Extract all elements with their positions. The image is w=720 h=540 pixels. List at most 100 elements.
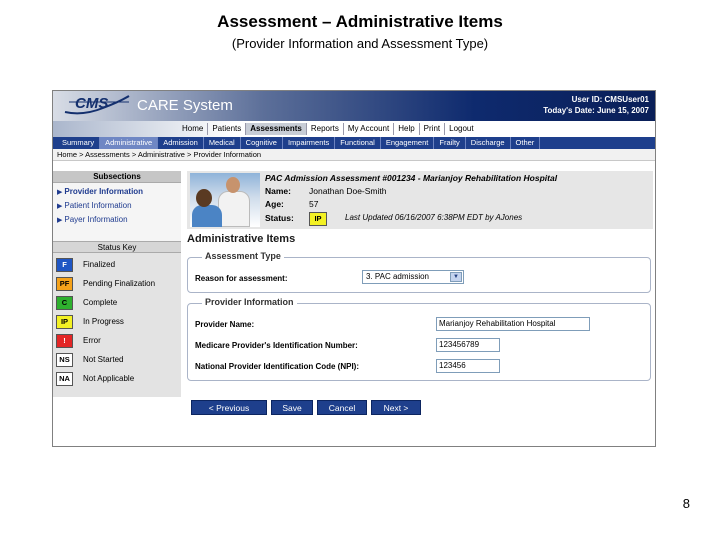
medicare-provider-id-input[interactable]: 123456789 <box>436 338 500 352</box>
subsection-patient-information[interactable]: ▶ Patient Information <box>57 199 177 213</box>
status-key-label: In Progress <box>83 317 124 326</box>
menu-assessments[interactable]: Assessments <box>245 123 306 135</box>
provider-information-fieldset: Provider Information Provider Name: Mari… <box>187 297 651 381</box>
status-key-row: IP In Progress <box>53 312 181 331</box>
tab-admission[interactable]: Admission <box>158 137 204 149</box>
page-number: 8 <box>682 496 690 511</box>
chevron-down-icon[interactable]: ▼ <box>450 272 462 282</box>
tab-cognitive[interactable]: Cognitive <box>241 137 283 149</box>
tab-frailty[interactable]: Frailty <box>434 137 466 149</box>
status-key-list: F Finalized PF Pending Finalization C Compl… <box>53 253 181 388</box>
photo-figure <box>218 191 250 227</box>
section-title: Administrative Items <box>187 233 296 245</box>
status-key-label: Error <box>83 336 101 345</box>
photo-figure <box>196 189 212 207</box>
menu-logout[interactable]: Logout <box>444 123 477 135</box>
save-button[interactable]: Save <box>271 400 313 415</box>
subsection-provider-information[interactable]: ▶ Provider Information <box>57 185 177 199</box>
status-key-heading: Status Key <box>53 241 181 253</box>
status-badge-finalized: F <box>56 257 73 272</box>
status-badge-pending: PF <box>56 276 73 291</box>
tab-impairments[interactable]: Impairments <box>283 137 336 149</box>
tab-medical[interactable]: Medical <box>204 137 241 149</box>
patient-age-label: Age: <box>265 199 284 209</box>
subsection-payer-information[interactable]: ▶ Payer Information <box>57 213 177 227</box>
subsection-label: Patient Information <box>64 201 132 210</box>
patient-photo <box>190 173 260 227</box>
next-button[interactable]: Next > <box>371 400 421 415</box>
tab-discharge[interactable]: Discharge <box>466 137 511 149</box>
main-content: PAC Admission Assessment #001234 - Maria… <box>187 171 653 381</box>
assessment-record-title: PAC Admission Assessment #001234 - Maria… <box>265 173 558 183</box>
assessment-tab-bar: Summary Administrative Admission Medical… <box>53 137 655 149</box>
assessment-status-row: Status: IP <box>265 212 327 226</box>
assessment-status-label: Status: <box>265 213 294 223</box>
menu-help[interactable]: Help <box>393 123 418 135</box>
status-badge-not-started: NS <box>56 352 73 367</box>
status-key-label: Not Applicable <box>83 374 135 383</box>
patient-age: 57 <box>309 199 319 209</box>
user-id: User ID: CMSUser01 <box>571 95 649 104</box>
status-key-row: ! Error <box>53 331 181 350</box>
care-system-screenshot: CMS CARE System User ID: CMSUser01 Today… <box>52 90 656 447</box>
top-menu: Home Patients Assessments Reports My Acc… <box>178 123 478 135</box>
subsection-label: Payer Information <box>64 215 128 224</box>
menu-my-account[interactable]: My Account <box>342 123 393 135</box>
provider-name-input[interactable]: Marianjoy Rehabilitation Hospital <box>436 317 590 331</box>
status-key-label: Finalized <box>83 260 116 269</box>
reason-for-assessment-label: Reason for assessment: <box>195 274 288 283</box>
subsections-list: ▶ Provider Information ▶ Patient Informati… <box>53 183 181 241</box>
reason-for-assessment-select[interactable]: 3. PAC admission ▼ <box>362 270 464 284</box>
photo-figure <box>192 205 222 227</box>
photo-figure <box>226 177 240 193</box>
selected-reason: 3. PAC admission <box>366 272 429 281</box>
tab-functional[interactable]: Functional <box>335 137 381 149</box>
menu-print[interactable]: Print <box>418 123 444 135</box>
sidebar: Subsections ▶ Provider Information ▶ Patie… <box>53 171 181 397</box>
patient-record-panel: PAC Admission Assessment #001234 - Maria… <box>187 171 653 229</box>
status-key-label: Complete <box>83 298 118 307</box>
triangle-right-icon: ▶ <box>57 217 63 224</box>
patient-name-label: Name: <box>265 186 291 196</box>
patient-name: Jonathan Doe-Smith <box>309 186 387 196</box>
medicare-provider-id-label: Medicare Provider's Identification Numbe… <box>195 341 358 350</box>
triangle-right-icon: ▶ <box>57 189 63 196</box>
status-badge: IP <box>309 212 327 226</box>
top-menu-band: Home Patients Assessments Reports My Acc… <box>53 121 655 137</box>
tab-engagement[interactable]: Engagement <box>381 137 435 149</box>
app-title: CARE System <box>137 97 233 114</box>
cancel-button[interactable]: Cancel <box>317 400 367 415</box>
slide-title: Assessment – Administrative Items <box>217 12 503 31</box>
status-badge-in-progress: IP <box>56 314 73 329</box>
previous-button[interactable]: < Previous <box>191 400 267 415</box>
status-badge-complete: C <box>56 295 73 310</box>
patient-age-row: Age: 57 <box>265 199 318 209</box>
breadcrumb: Home > Assessments > Administrative > Pr… <box>53 149 655 161</box>
form-button-row: < Previous Save Cancel Next > <box>191 400 425 415</box>
cms-logo-text: CMS <box>75 95 109 112</box>
npi-input[interactable]: 123456 <box>436 359 500 373</box>
status-key-row: NA Not Applicable <box>53 369 181 388</box>
tab-summary[interactable]: Summary <box>57 137 101 149</box>
status-badge-error: ! <box>56 333 73 348</box>
app-banner: CMS CARE System User ID: CMSUser01 Today… <box>53 91 655 121</box>
status-key-row: PF Pending Finalization <box>53 274 181 293</box>
todays-date: Today's Date: June 15, 2007 <box>543 106 649 115</box>
triangle-right-icon: ▶ <box>57 203 63 210</box>
status-key-row: C Complete <box>53 293 181 312</box>
status-key-row: NS Not Started <box>53 350 181 369</box>
subsection-label: Provider Information <box>64 187 144 196</box>
assessment-type-legend: Assessment Type <box>202 251 284 261</box>
menu-home[interactable]: Home <box>178 123 207 135</box>
status-badge-not-applicable: NA <box>56 371 73 386</box>
user-info: User ID: CMSUser01 Today's Date: June 15… <box>543 94 649 116</box>
menu-patients[interactable]: Patients <box>207 123 245 135</box>
assessment-type-fieldset: Assessment Type Reason for assessment: 3… <box>187 251 651 293</box>
subsections-heading: Subsections <box>53 171 181 183</box>
status-key-row: F Finalized <box>53 255 181 274</box>
npi-label: National Provider Identification Code (N… <box>195 362 360 371</box>
tab-other[interactable]: Other <box>511 137 541 149</box>
status-key-label: Pending Finalization <box>83 279 156 288</box>
menu-reports[interactable]: Reports <box>305 123 343 135</box>
tab-administrative[interactable]: Administrative <box>100 137 159 149</box>
